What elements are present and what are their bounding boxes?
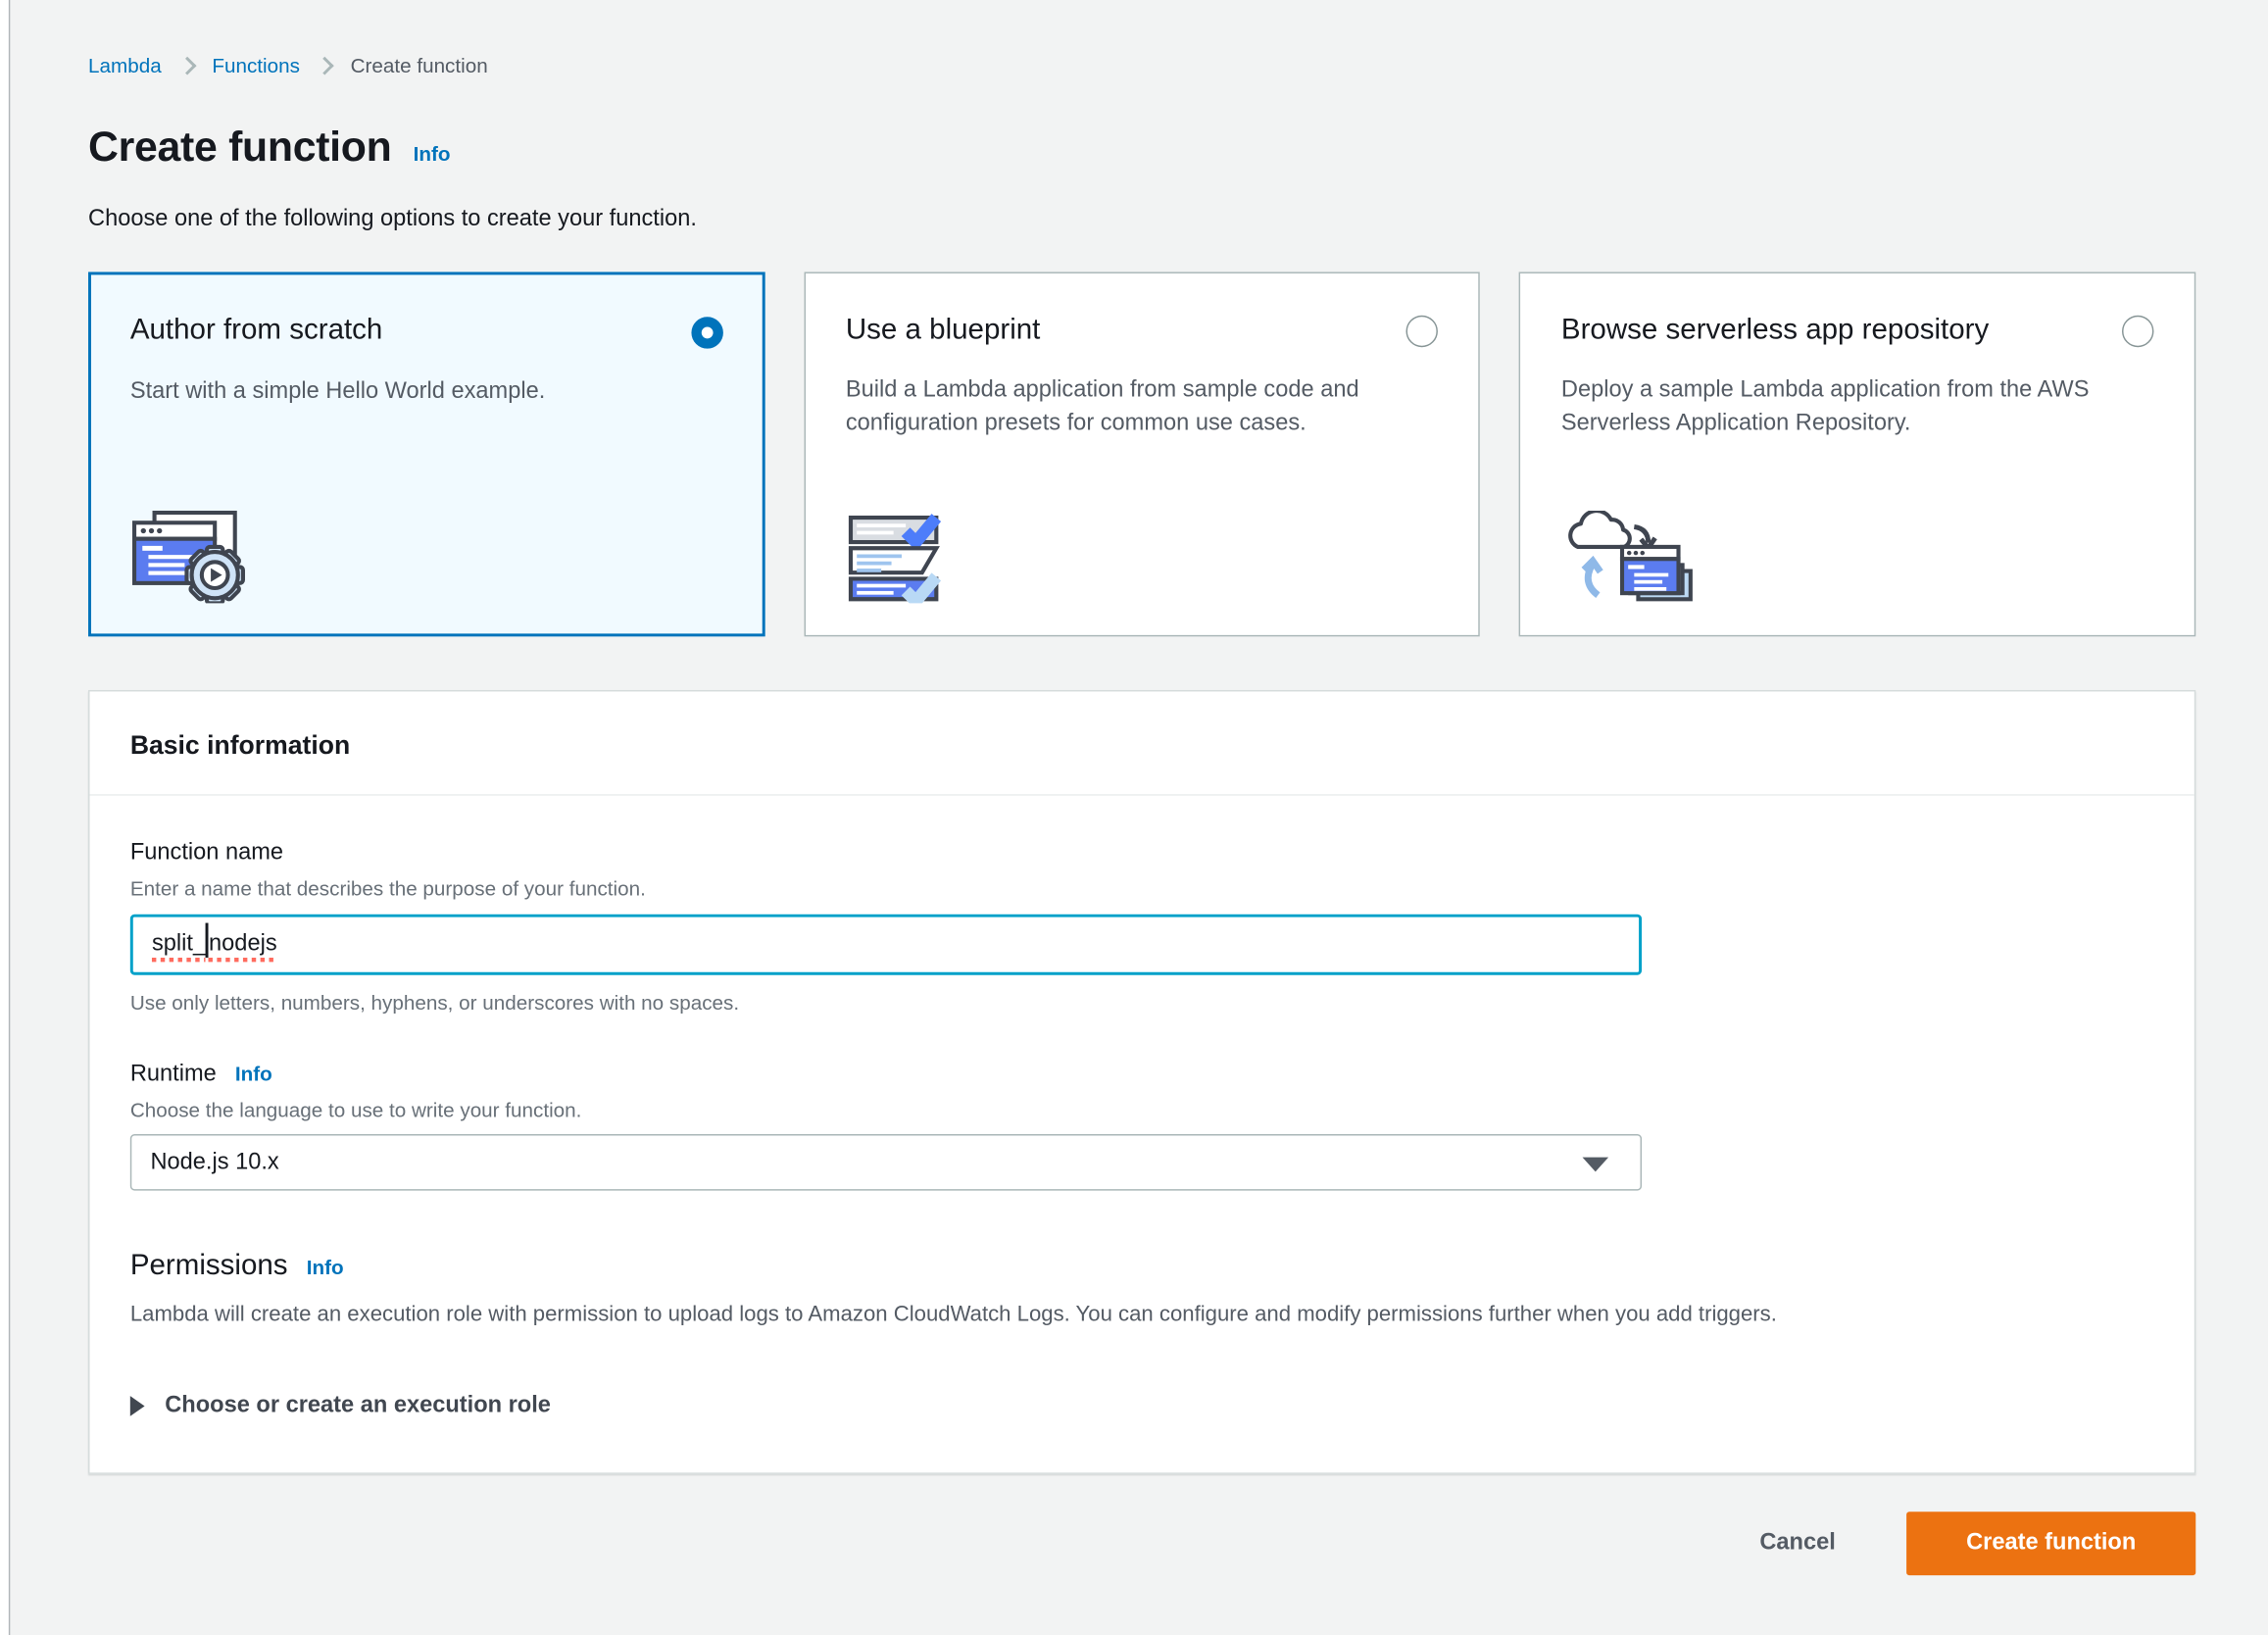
permissions-label: Permissions <box>130 1250 288 1283</box>
panel-header: Basic information <box>89 691 2194 794</box>
expander-triangle-icon <box>130 1396 145 1416</box>
card-head: Browse serverless app repository <box>1561 314 2154 347</box>
runtime-description: Choose the language to use to write your… <box>130 1098 2154 1121</box>
runtime-label-row: Runtime Info <box>130 1062 2154 1088</box>
panel-title: Basic information <box>130 730 2154 761</box>
basic-information-panel: Basic information Function name Enter a … <box>88 690 2195 1474</box>
blueprint-icon <box>846 511 1439 603</box>
input-value-before-caret: split_ <box>152 931 206 958</box>
permissions-section: Permissions Info Lambda will create an e… <box>130 1250 2154 1419</box>
card-use-a-blueprint[interactable]: Use a blueprint Build a Lambda applicati… <box>804 272 1480 636</box>
runtime-field: Runtime Info Choose the language to use … <box>130 1062 2154 1190</box>
text-caret <box>206 923 209 958</box>
card-browse-serverless-app-repository[interactable]: Browse serverless app repository Deploy … <box>1519 272 2195 636</box>
function-name-input[interactable]: split_ nodejs <box>130 915 1642 975</box>
title-info-link[interactable]: Info <box>414 142 451 173</box>
create-function-page: Lambda Functions Create function Create … <box>0 0 2268 1635</box>
card-title: Author from scratch <box>130 314 383 347</box>
breadcrumb-functions[interactable]: Functions <box>212 54 300 77</box>
function-name-hint: Use only letters, numbers, hyphens, or u… <box>130 991 2154 1015</box>
breadcrumb: Lambda Functions Create function <box>88 0 2195 76</box>
runtime-label: Runtime <box>130 1062 217 1088</box>
function-name-label: Function name <box>130 840 2154 867</box>
card-description: Start with a simple Hello World example. <box>130 376 723 410</box>
author-from-scratch-icon <box>130 511 723 603</box>
serverless-repo-icon <box>1561 511 2154 603</box>
chevron-right-icon <box>316 56 334 74</box>
permissions-info-link[interactable]: Info <box>307 1256 344 1279</box>
runtime-select[interactable]: Node.js 10.x <box>130 1134 1642 1191</box>
execution-role-expander-label: Choose or create an execution role <box>165 1393 551 1419</box>
card-description: Deploy a sample Lambda application from … <box>1561 374 2154 440</box>
card-author-from-scratch[interactable]: Author from scratch Start with a simple … <box>88 272 764 636</box>
app-viewport: Lambda Functions Create function Create … <box>0 0 2268 1635</box>
runtime-selected-option: Node.js 10.x <box>150 1150 278 1176</box>
radio-unselected[interactable] <box>1406 316 1438 347</box>
breadcrumb-lambda[interactable]: Lambda <box>88 54 162 77</box>
card-head: Use a blueprint <box>846 314 1439 347</box>
breadcrumb-current: Create function <box>351 54 488 77</box>
page-content: Lambda Functions Create function Create … <box>0 0 2268 1575</box>
chevron-right-icon <box>177 56 196 74</box>
panel-body: Function name Enter a name that describe… <box>89 796 2194 1473</box>
create-function-button[interactable]: Create function <box>1906 1511 2195 1575</box>
execution-role-expander[interactable]: Choose or create an execution role <box>130 1393 2154 1419</box>
permissions-label-row: Permissions Info <box>130 1250 2154 1283</box>
card-head: Author from scratch <box>130 314 723 348</box>
cancel-button[interactable]: Cancel <box>1751 1529 1845 1559</box>
card-title: Use a blueprint <box>846 314 1041 347</box>
title-row: Create function Info <box>88 124 2195 173</box>
function-name-description: Enter a name that describes the purpose … <box>130 876 2154 900</box>
collapsed-sidenav-edge <box>0 0 10 1635</box>
footer-actions: Cancel Create function <box>88 1511 2195 1575</box>
permissions-description: Lambda will create an execution role wit… <box>130 1302 2154 1326</box>
card-title: Browse serverless app repository <box>1561 314 1989 347</box>
card-description: Build a Lambda application from sample c… <box>846 374 1439 440</box>
radio-unselected[interactable] <box>2122 316 2153 347</box>
radio-selected[interactable] <box>691 317 722 348</box>
page-subtitle: Choose one of the following options to c… <box>88 207 2195 233</box>
input-value-after-caret: nodejs <box>209 931 277 958</box>
creation-option-cards: Author from scratch Start with a simple … <box>88 272 2195 636</box>
dropdown-arrow-icon <box>1583 1158 1609 1172</box>
runtime-info-link[interactable]: Info <box>235 1062 272 1085</box>
page-title: Create function <box>88 124 391 173</box>
